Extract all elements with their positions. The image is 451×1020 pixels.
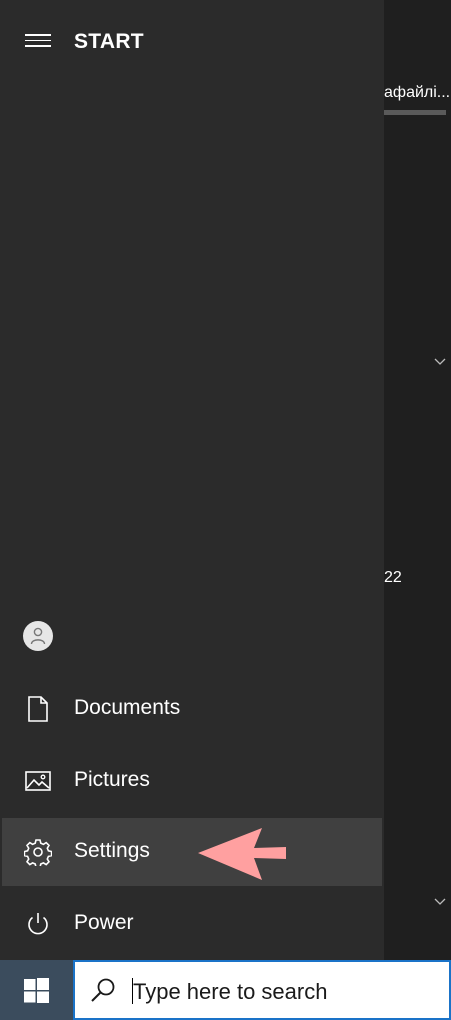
search-icon	[91, 978, 115, 1002]
annotation-arrow-icon	[198, 828, 286, 880]
user-avatar[interactable]	[23, 621, 53, 651]
user-icon	[30, 627, 46, 645]
document-icon	[28, 696, 48, 722]
settings-label: Settings	[74, 839, 150, 862]
background-progress-bar	[384, 110, 446, 115]
documents-label: Documents	[74, 696, 181, 719]
power-menu-item[interactable]: Power	[2, 890, 382, 958]
gear-icon	[24, 839, 52, 866]
start-menu-panel: START Documents Pictures Settings Power	[0, 0, 384, 960]
taskbar-search-box[interactable]: Type here to search	[73, 960, 451, 1020]
windows-start-button[interactable]	[0, 960, 73, 1020]
background-text: афайлі...	[384, 84, 451, 101]
background-text-number: 22	[384, 569, 402, 586]
hamburger-menu-button[interactable]	[25, 34, 51, 50]
chevron-down-icon[interactable]	[433, 355, 447, 369]
start-title: START	[74, 30, 144, 53]
pictures-label: Pictures	[74, 768, 150, 791]
documents-menu-item[interactable]: Documents	[2, 675, 382, 743]
background-window	[384, 0, 451, 960]
search-placeholder: Type here to search	[133, 979, 328, 1004]
power-label: Power	[74, 911, 134, 934]
pictures-menu-item[interactable]: Pictures	[2, 747, 382, 815]
hamburger-line	[25, 45, 51, 47]
windows-logo-icon	[24, 978, 49, 1003]
picture-icon	[25, 771, 51, 791]
chevron-down-icon[interactable]	[433, 895, 447, 909]
hamburger-line	[25, 34, 51, 36]
power-icon	[28, 913, 48, 935]
hamburger-line	[25, 39, 51, 41]
settings-menu-item[interactable]: Settings	[2, 818, 382, 886]
